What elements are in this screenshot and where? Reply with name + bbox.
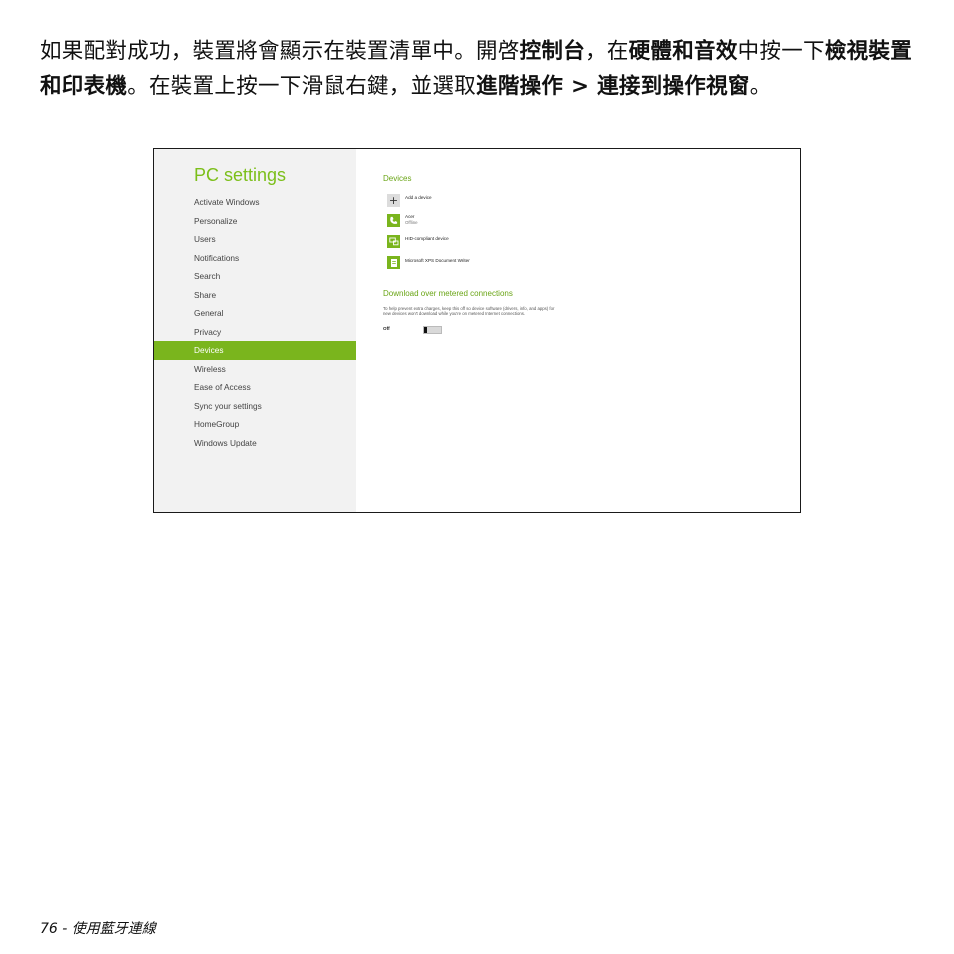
- footer-separator: -: [57, 921, 72, 937]
- instruction-text-3: 中按一下: [737, 39, 825, 64]
- keyboard-device-icon: [387, 235, 400, 248]
- metered-toggle[interactable]: [423, 326, 442, 334]
- plus-icon: +: [387, 194, 400, 207]
- sidebar-item-wireless[interactable]: Wireless: [154, 360, 356, 379]
- sidebar-item-users[interactable]: Users: [154, 230, 356, 249]
- instruction-text-5: 。: [749, 74, 772, 99]
- page-number: 76: [40, 921, 58, 937]
- sidebar-item-privacy[interactable]: Privacy: [154, 323, 356, 342]
- instruction-bold-hardware-sound: 硬體和音效: [628, 39, 738, 64]
- metered-description: To help prevent extra charges, keep this…: [383, 306, 555, 317]
- section-name: 使用藍牙連線: [71, 921, 156, 937]
- toggle-knob: [424, 327, 427, 333]
- sidebar-item-share[interactable]: Share: [154, 286, 356, 305]
- sidebar-item-personalize[interactable]: Personalize: [154, 212, 356, 231]
- toggle-state-label: Off: [383, 326, 390, 331]
- sidebar-item-activate-windows[interactable]: Activate Windows: [154, 193, 356, 212]
- sidebar-item-ease-of-access[interactable]: Ease of Access: [154, 378, 356, 397]
- device-name: HID-compliant device: [405, 236, 449, 241]
- sidebar-item-windows-update[interactable]: Windows Update: [154, 434, 356, 453]
- metered-heading: Download over metered connections: [383, 289, 513, 298]
- instruction-text-1: 如果配對成功，裝置將會顯示在裝置清單中。開啓: [40, 39, 520, 64]
- settings-nav: Activate Windows Personalize Users Notifica…: [154, 193, 356, 452]
- device-name: Microsoft XPS Document Writer: [405, 258, 470, 263]
- page-footer: 76 - 使用藍牙連線: [40, 918, 156, 938]
- device-name: Acer Offline: [405, 214, 418, 225]
- phone-icon: [387, 214, 400, 227]
- pc-settings-screenshot: PC settings Activate Windows Personalize U…: [153, 148, 801, 513]
- instruction-text-2: ，在: [585, 39, 629, 64]
- instruction-bold-advanced-operation: 進階操作 > 連接到操作視窗: [476, 74, 750, 99]
- sidebar-item-general[interactable]: General: [154, 304, 356, 323]
- instruction-bold-control-panel: 控制台: [519, 39, 586, 64]
- sidebar-item-devices[interactable]: Devices: [154, 341, 356, 360]
- instruction-text-4: 。在裝置上按一下滑鼠右鍵，並選取: [127, 74, 477, 99]
- sidebar-item-notifications[interactable]: Notifications: [154, 249, 356, 268]
- device-name-text: Acer: [405, 214, 415, 219]
- sidebar-item-sync-your-settings[interactable]: Sync your settings: [154, 397, 356, 416]
- sidebar-item-search[interactable]: Search: [154, 267, 356, 286]
- sidebar-item-homegroup[interactable]: HomeGroup: [154, 415, 356, 434]
- device-status: Offline: [405, 220, 418, 225]
- settings-title: PC settings: [194, 165, 287, 185]
- settings-sidebar: PC settings Activate Windows Personalize U…: [154, 149, 356, 512]
- instruction-paragraph: 如果配對成功，裝置將會顯示在裝置清單中。開啓控制台，在硬體和音效中按一下檢視裝置…: [40, 34, 918, 104]
- devices-heading: Devices: [383, 174, 412, 183]
- device-name: Add a device: [405, 195, 432, 200]
- printer-document-icon: [387, 256, 400, 269]
